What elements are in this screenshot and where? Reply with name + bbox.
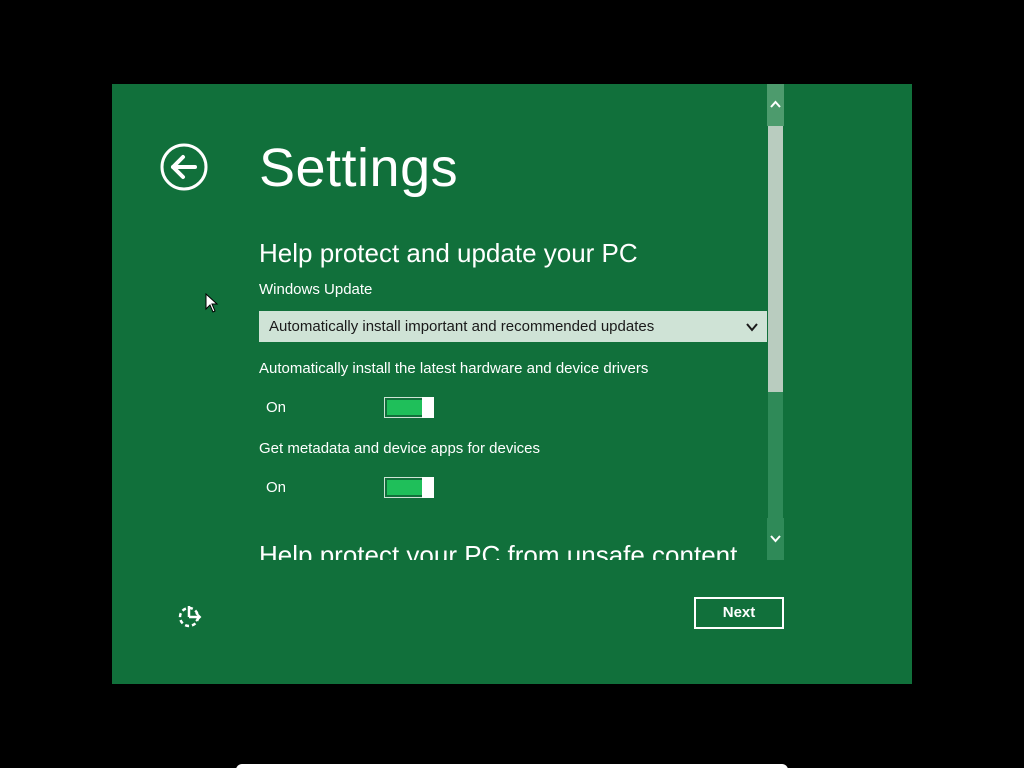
page-title: Settings: [259, 138, 459, 198]
drivers-toggle-fill: [387, 400, 422, 415]
settings-content: Help protect and update your PC Windows …: [259, 234, 767, 560]
windows-update-label: Windows Update: [259, 281, 373, 298]
ease-of-access-icon: [178, 606, 202, 628]
scroll-down-button[interactable]: [767, 518, 784, 560]
vertical-scrollbar[interactable]: [767, 84, 784, 560]
metadata-toggle[interactable]: [384, 477, 434, 498]
scroll-up-button[interactable]: [767, 84, 784, 126]
scrollbar-thumb[interactable]: [768, 126, 783, 392]
bottom-edge-bar: [236, 764, 788, 768]
back-button[interactable]: [160, 143, 208, 191]
windows-update-dropdown-value: Automatically install important and reco…: [269, 318, 655, 335]
metadata-toggle-state: On: [266, 479, 287, 496]
drivers-toggle[interactable]: [384, 397, 434, 418]
ease-of-access-button[interactable]: [176, 602, 204, 630]
metadata-label: Get metadata and device apps for devices: [259, 440, 541, 457]
drivers-label: Automatically install the latest hardwar…: [259, 360, 649, 377]
windows-update-dropdown[interactable]: Automatically install important and reco…: [259, 311, 767, 342]
metadata-toggle-thumb: [422, 477, 434, 498]
setup-panel: Settings Help protect and update your PC…: [112, 84, 912, 684]
drivers-toggle-state: On: [266, 399, 287, 416]
mouse-pointer-icon: [205, 293, 219, 313]
section-heading-unsafe-content: Help protect your PC from unsafe content: [259, 540, 738, 560]
chevron-up-icon: [770, 100, 781, 108]
metadata-toggle-fill: [387, 480, 422, 495]
chevron-down-icon: [746, 323, 758, 332]
next-button[interactable]: Next: [694, 597, 784, 629]
chevron-down-icon: [770, 535, 781, 543]
drivers-toggle-thumb: [422, 397, 434, 418]
back-arrow-icon: [160, 143, 208, 191]
section-heading-protect-update: Help protect and update your PC: [259, 238, 638, 268]
screen: Settings Help protect and update your PC…: [0, 0, 1024, 768]
